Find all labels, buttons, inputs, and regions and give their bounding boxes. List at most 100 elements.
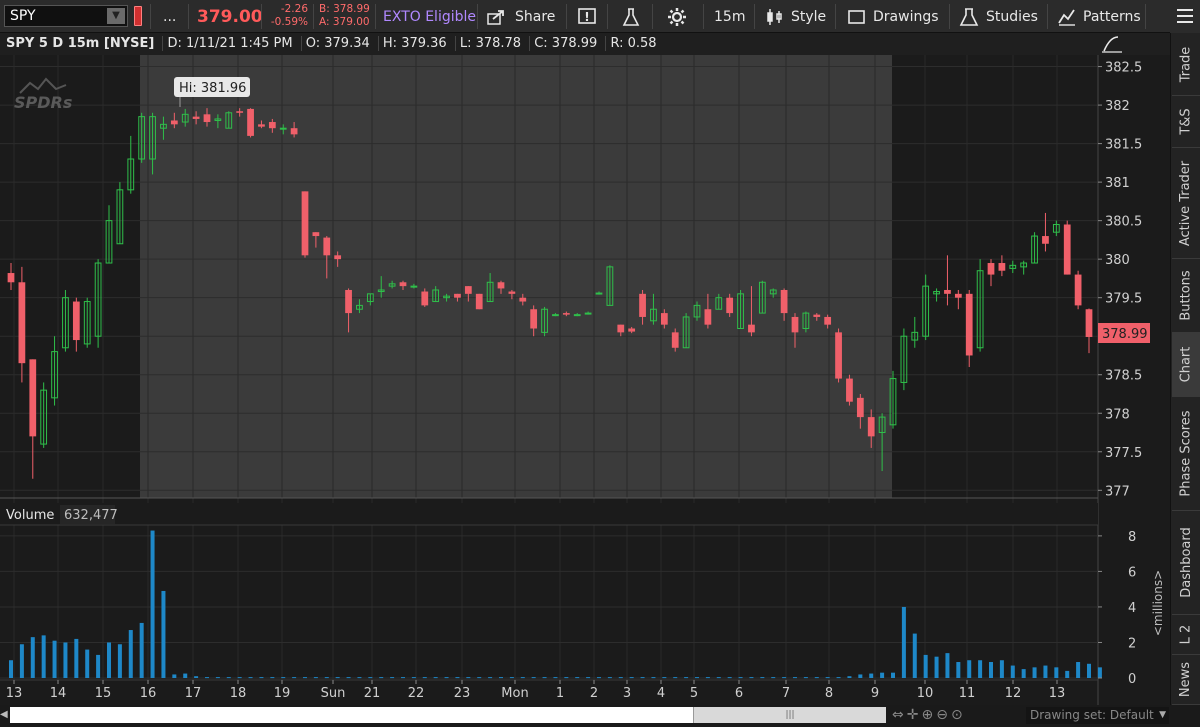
time-tick-label: 7	[782, 686, 790, 701]
pan-icon[interactable]: ⇔	[892, 707, 907, 723]
volume-bar	[553, 677, 558, 679]
volume-bar	[825, 677, 830, 679]
candle-body	[562, 313, 570, 315]
more-button[interactable]: ...	[163, 4, 176, 29]
drawings-button[interactable]: Drawings	[847, 4, 939, 29]
candle-body	[345, 289, 352, 314]
candle-body	[410, 285, 418, 288]
tab-phase-scores[interactable]: Phase Scores	[1172, 397, 1200, 511]
candle-body	[7, 273, 15, 283]
bar-range: R: 0.58	[605, 36, 657, 51]
exto-eligible-badge[interactable]: EXTO Eligible	[383, 4, 476, 29]
volume-bar	[205, 677, 209, 679]
volume-bar	[793, 677, 797, 679]
volume-bar	[74, 638, 79, 678]
volume-bar	[357, 677, 362, 679]
price-tick-label: 382.5	[1105, 61, 1142, 76]
volume-bar	[9, 660, 13, 678]
chevron-down-icon: ▼	[1159, 710, 1166, 720]
candle-body	[312, 232, 320, 237]
bar-high: H: 379.36	[377, 36, 447, 51]
tab-label: Chart	[1178, 346, 1194, 383]
ask-value: A: 379.00	[319, 16, 370, 28]
volume-bar	[237, 677, 242, 679]
volume-bar	[41, 635, 46, 678]
volume-bar	[945, 653, 950, 678]
candle-body	[530, 309, 538, 329]
volume-bar	[259, 677, 264, 679]
lab-button[interactable]	[622, 4, 640, 29]
time-tick-label: Sun	[321, 686, 346, 701]
candle-body	[497, 282, 505, 289]
price-chart[interactable]: 382.5 382 381.5 381 380.5 380 379.5 3 7 9 378.5 378…	[0, 55, 1170, 705]
volume-bar	[956, 662, 961, 678]
tab-dashboard[interactable]: Dashboard	[1172, 511, 1200, 615]
volume-bar	[999, 660, 1004, 678]
share-button[interactable]: Share	[487, 4, 555, 29]
drawing-set-select[interactable]: Drawing set: Default ▼	[1026, 707, 1169, 724]
volume-bar	[85, 649, 90, 678]
candle-body	[236, 111, 244, 113]
volume-bar	[912, 633, 917, 678]
time-tick-label: 13	[6, 686, 23, 701]
studies-button[interactable]: Studies	[958, 4, 1038, 29]
patterns-button[interactable]: Patterns	[1057, 4, 1141, 29]
drawing-set-label: Drawing set: Default	[1030, 708, 1154, 722]
volume-bar	[117, 644, 122, 678]
zoom-in-icon[interactable]: ⊕	[921, 707, 936, 723]
volume-bar	[52, 640, 57, 678]
candle-body	[748, 324, 755, 333]
price-tick-label: 378.5	[1105, 369, 1142, 384]
main-toolbar: SPY ▼ ... 379.00 -2.26 -0.59% B: 378.99 …	[0, 0, 1200, 33]
tab-trade[interactable]: Trade	[1172, 33, 1200, 96]
crosshair-icon[interactable]: ✛	[907, 707, 922, 723]
chevron-down-icon[interactable]: ▼	[107, 8, 125, 24]
candle-body	[856, 397, 864, 418]
tab-buttons[interactable]: Buttons	[1172, 259, 1200, 333]
volume-bar	[705, 677, 710, 679]
candle-body	[1074, 274, 1082, 306]
time-tick-label: 14	[50, 686, 67, 701]
flask-icon	[622, 7, 640, 26]
tab-level-2[interactable]: L 2	[1172, 615, 1200, 655]
symbol-input[interactable]: SPY ▼	[4, 5, 128, 27]
tab-news[interactable]: News	[1172, 655, 1200, 705]
candle-body	[279, 127, 287, 130]
hamburger-icon	[1177, 9, 1193, 23]
window-menu[interactable]	[1170, 0, 1200, 33]
price-tick-label: 378	[1105, 407, 1130, 422]
timeframe-button[interactable]: 15m	[714, 4, 745, 29]
candle-body	[867, 417, 875, 437]
volume-bar	[107, 642, 111, 678]
candle-body	[824, 316, 832, 325]
scroll-left-icon[interactable]: ◀	[0, 709, 8, 720]
volume-bar	[1087, 663, 1091, 678]
tab-time-and-sales[interactable]: T&S	[1172, 96, 1200, 148]
link-flag-icon[interactable]	[134, 6, 142, 26]
chart-style-corner[interactable]	[1098, 33, 1170, 55]
volume-tick-label: 6	[1128, 565, 1136, 580]
zoom-reset-icon[interactable]: ⊙	[951, 707, 966, 723]
candle-body	[987, 263, 995, 275]
chart-area[interactable]: 382.5 382 381.5 381 380.5 380 379.5 3 7 9 378.5 378…	[0, 55, 1170, 705]
settings-button[interactable]	[667, 4, 687, 29]
time-tick-label: 17	[185, 686, 202, 701]
zoom-out-icon[interactable]: ⊖	[936, 707, 951, 723]
zoom-controls[interactable]: ⇔✛⊕⊖⊙	[892, 707, 966, 723]
candle	[1063, 220, 1071, 275]
volume-bar	[390, 677, 395, 679]
volume-bar	[313, 677, 318, 679]
volume-bar	[248, 677, 253, 679]
volume-bar	[30, 637, 35, 678]
patterns-label: Patterns	[1083, 8, 1141, 25]
tab-chart[interactable]: Chart	[1172, 333, 1200, 397]
candle-body	[334, 255, 342, 260]
tab-active-trader[interactable]: Active Trader	[1172, 148, 1200, 259]
alert-note-button[interactable]: !	[577, 4, 599, 29]
scrollbar-thumb[interactable]: |||	[693, 707, 886, 723]
style-button[interactable]: Style	[765, 4, 826, 29]
candle-body	[944, 289, 951, 294]
volume-bar	[880, 672, 885, 678]
volume-bar	[466, 677, 471, 679]
volume-bar	[891, 672, 895, 678]
